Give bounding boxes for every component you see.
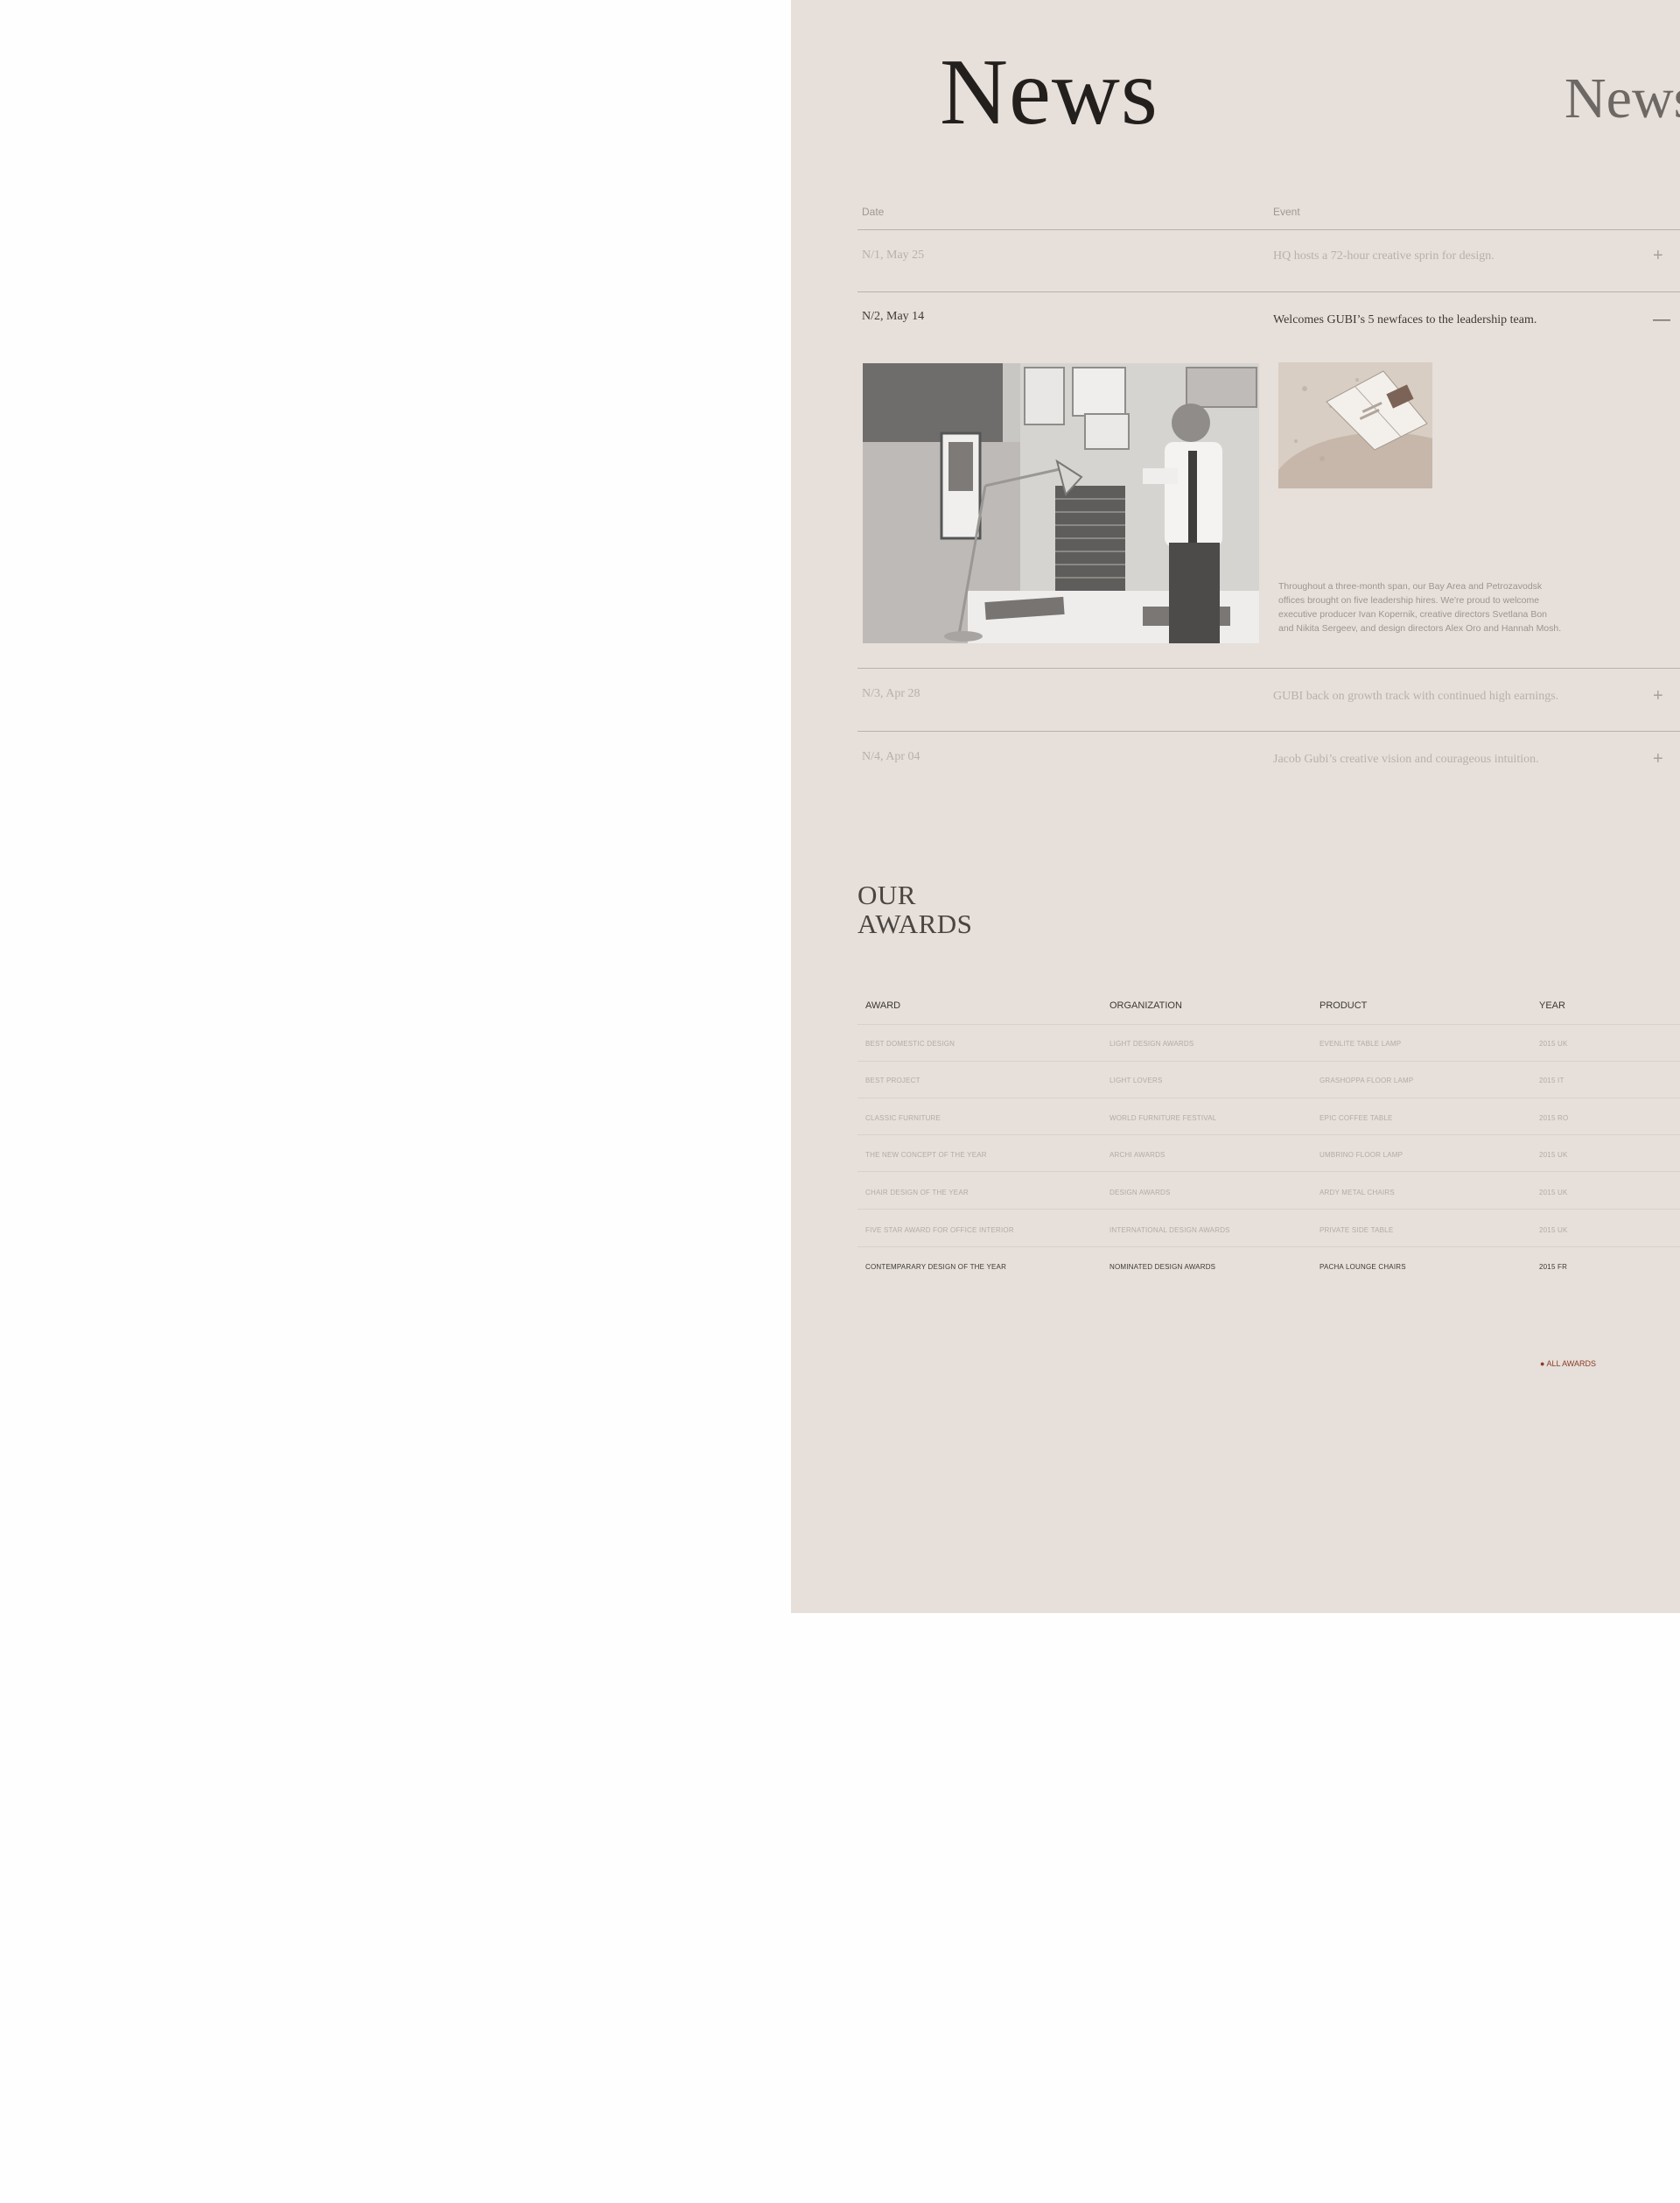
award-year: 2015 IT: [1539, 1077, 1564, 1084]
news-date: N/4, Apr 04: [862, 750, 920, 763]
award-organization: INTERNATIONAL DESIGN AWARDS: [1110, 1226, 1230, 1234]
office-photo-illustration: [863, 363, 1259, 643]
award-year: 2015 UK: [1539, 1151, 1568, 1159]
news-event-header: Event: [1273, 206, 1300, 218]
award-product: ARDY METAL CHAIRS: [1320, 1189, 1395, 1196]
news-expanded-text: Throughout a three-month span, our Bay A…: [1278, 581, 1562, 634]
award-product: PACHA LOUNGE CHAIRS: [1320, 1263, 1406, 1271]
news-date: N/3, Apr 28: [862, 687, 920, 700]
news-photo-main: [863, 363, 1259, 643]
awards-title-line: OUR: [858, 880, 916, 910]
news-photo-secondary: [1278, 362, 1432, 488]
award-name: BEST DOMESTIC DESIGN: [865, 1040, 956, 1048]
award-product: PRIVATE SIDE TABLE: [1320, 1226, 1394, 1234]
award-name: FIVE STAR AWARD FOR OFFICE INTERIOR: [865, 1226, 1014, 1234]
award-year: 2015 RO: [1539, 1114, 1569, 1122]
news-event[interactable]: GUBI back on growth track with continued…: [1273, 690, 1558, 704]
expand-plus-icon[interactable]: +: [1653, 750, 1663, 768]
awards-award-header: AWARD: [865, 1000, 901, 1011]
awards-title: OUR AWARDS: [858, 880, 972, 938]
award-year: 2015 UK: [1539, 1226, 1568, 1234]
expand-plus-icon[interactable]: +: [1653, 687, 1663, 705]
award-organization: LIGHT LOVERS: [1110, 1077, 1163, 1084]
page-title-echo: News: [1564, 67, 1680, 130]
award-organization: DESIGN AWARDS: [1110, 1189, 1171, 1196]
awards-organization-header: ORGANIZATION: [1110, 1000, 1182, 1011]
news-event[interactable]: Welcomes GUBI’s 5 newfaces to the leader…: [1273, 313, 1536, 327]
award-name: BEST PROJECT: [865, 1077, 920, 1084]
divider: [858, 668, 1680, 669]
award-product: UMBRINO FLOOR LAMP: [1320, 1151, 1404, 1159]
divider: [858, 291, 1680, 292]
awards-product-header: PRODUCT: [1320, 1000, 1368, 1011]
award-name: CLASSIC FURNITURE: [865, 1114, 942, 1122]
all-awards-link[interactable]: ● ALL AWARDS: [1540, 1359, 1596, 1368]
award-name: CHAIR DESIGN OF THE YEAR: [865, 1189, 969, 1196]
award-year: 2015 UK: [1539, 1189, 1568, 1196]
divider: [858, 229, 1680, 230]
award-product: EVENLITE TABLE LAMP: [1320, 1040, 1402, 1048]
bullet-icon: ●: [1540, 1359, 1545, 1368]
award-organization: NOMINATED DESIGN AWARDS: [1110, 1263, 1216, 1271]
divider: [858, 1134, 1680, 1135]
awards-title-line: AWARDS: [858, 909, 973, 939]
divider: [858, 1024, 1680, 1025]
news-event[interactable]: Jacob Gubi’s creative vision and courage…: [1273, 753, 1539, 767]
divider: [858, 1209, 1680, 1210]
news-date: N/1, May 25: [862, 249, 925, 262]
collapse-minus-icon[interactable]: —: [1653, 311, 1670, 328]
news-event[interactable]: HQ hosts a 72-hour creative sprin for de…: [1273, 249, 1494, 263]
award-product: GRASHOPPA FLOOR LAMP: [1320, 1077, 1414, 1084]
award-name: THE NEW CONCEPT OF THE YEAR: [865, 1151, 987, 1159]
divider: [858, 1171, 1680, 1172]
all-awards-label: ALL AWARDS: [1546, 1359, 1596, 1368]
book-on-table-illustration: [1278, 362, 1432, 488]
award-year: 2015 FR: [1539, 1263, 1568, 1271]
award-year: 2015 UK: [1539, 1040, 1568, 1048]
news-date-header: Date: [862, 206, 885, 218]
award-product: EPIC COFFEE TABLE: [1320, 1114, 1393, 1122]
awards-year-header: YEAR: [1539, 1000, 1565, 1011]
page-title: News: [940, 40, 1158, 144]
award-organization: LIGHT DESIGN AWARDS: [1110, 1040, 1194, 1048]
divider: [858, 731, 1680, 732]
award-organization: ARCHI AWARDS: [1110, 1151, 1166, 1159]
news-panel: News News Date Event N/1, May 25 HQ host…: [791, 0, 1680, 1613]
award-name: CONTEMPARARY DESIGN OF THE YEAR: [865, 1263, 1007, 1271]
expand-plus-icon[interactable]: +: [1653, 247, 1663, 264]
divider: [858, 1061, 1680, 1062]
news-date: N/2, May 14: [862, 310, 925, 323]
award-organization: WORLD FURNITURE FESTIVAL: [1110, 1114, 1217, 1122]
divider: [858, 1246, 1680, 1247]
